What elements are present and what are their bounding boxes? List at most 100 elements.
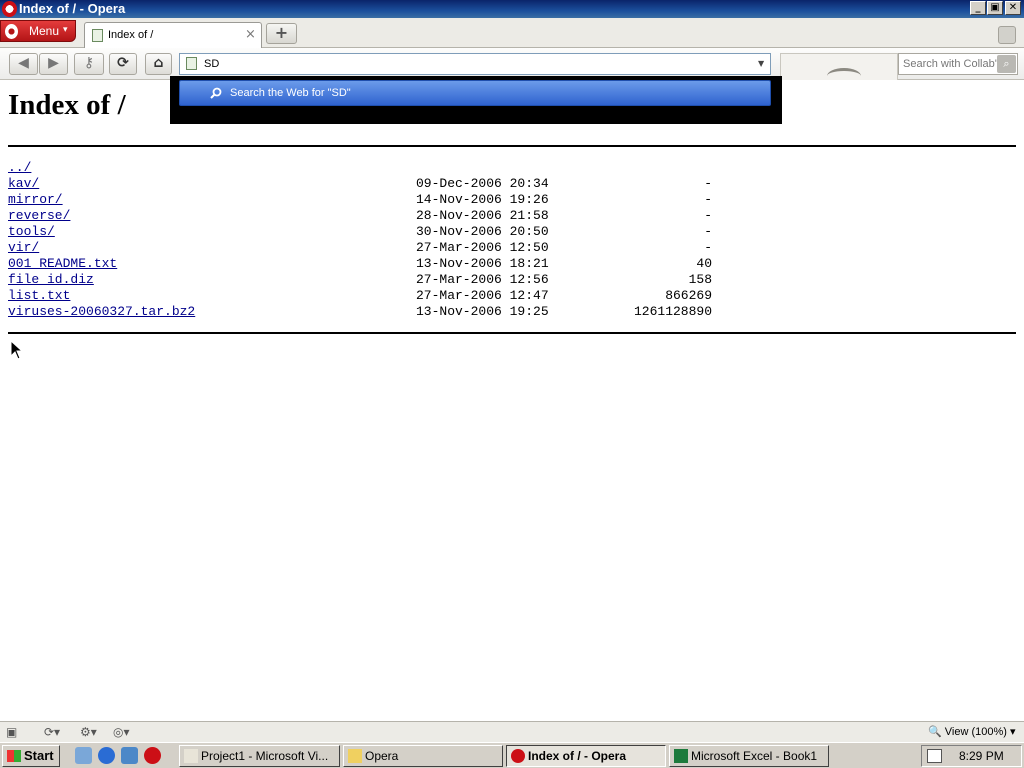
file-date: 27-Mar-2006 12:47 (416, 288, 549, 303)
table-row: list.txt 27-Mar-2006 12:47 866269 (8, 288, 728, 304)
network-icon[interactable] (121, 747, 138, 764)
status-bar: ▣ ⟳▾ ⚙▾ ◎▾ 🔍 View (100%) ▾ (0, 721, 1024, 742)
taskbar-button[interactable]: Opera (343, 745, 503, 767)
search-icon[interactable]: ⌕ (997, 55, 1016, 73)
trash-icon[interactable] (998, 26, 1016, 44)
table-row: kav/09-Dec-2006 20:34 - (8, 176, 728, 192)
task-label: Microsoft Excel - Book1 (691, 749, 818, 763)
file-link[interactable]: vir/ (8, 240, 39, 255)
home-icon: ⌂ (153, 55, 164, 71)
file-size: - (704, 224, 712, 239)
menu-label: Menu (29, 24, 60, 38)
unite-icon[interactable]: ⚙▾ (80, 725, 97, 739)
start-button[interactable]: Start (2, 745, 60, 767)
tab-title: Index of / (108, 29, 154, 41)
opera-logo-icon (5, 24, 18, 39)
divider (8, 332, 1016, 334)
file-link[interactable]: viruses-20060327.tar.bz2 (8, 304, 195, 319)
turbo-icon[interactable]: ◎▾ (113, 725, 130, 739)
close-window-button[interactable]: ✕ (1005, 1, 1021, 15)
decoration-arc (827, 68, 861, 84)
table-row: viruses-20060327.tar.bz2 13-Nov-2006 19:2… (8, 304, 728, 320)
chevron-down-icon: ▾ (63, 24, 68, 34)
panel-toggle-icon[interactable]: ▣ (6, 725, 17, 739)
file-date: 27-Mar-2006 12:50 (416, 240, 549, 255)
file-link[interactable]: 001_README.txt (8, 256, 117, 271)
page-icon (186, 57, 197, 70)
window-title: Index of / - Opera (19, 1, 126, 16)
table-row: 001_README.txt 13-Nov-2006 18:21 40 (8, 256, 728, 272)
file-size: 1261128890 (633, 304, 712, 319)
file-date: 09-Dec-2006 20:34 (416, 176, 549, 191)
key-icon: ⚷ (83, 55, 95, 71)
search-placeholder: Search with Collab' (903, 58, 997, 70)
file-size: 40 (696, 256, 712, 271)
tab-index[interactable]: Index of / × (84, 22, 262, 48)
zoom-label: View (100%) (944, 726, 1007, 738)
opera-logo-icon (2, 1, 17, 17)
chevron-down-icon[interactable]: ▼ (758, 59, 764, 68)
directory-listing: ../kav/09-Dec-2006 20:34- mirror/14-Nov-2… (8, 160, 728, 320)
search-icon (210, 87, 222, 99)
tray-app-icon[interactable] (927, 749, 942, 763)
file-size: 158 (688, 272, 712, 287)
file-link[interactable]: ../ (8, 160, 31, 175)
zoom-control[interactable]: 🔍 View (100%) ▾ (928, 725, 1016, 738)
address-field[interactable]: SD ▼ (179, 53, 771, 75)
back-button[interactable]: ◀ (9, 53, 38, 75)
file-link[interactable]: mirror/ (8, 192, 63, 207)
table-row: ../ (8, 160, 728, 176)
file-size: - (704, 192, 712, 207)
taskbar-button[interactable]: Microsoft Excel - Book1 (669, 745, 829, 767)
taskbar-button[interactable]: Project1 - Microsoft Vi... (179, 745, 340, 767)
table-row: mirror/14-Nov-2006 19:26 - (8, 192, 728, 208)
file-date: 30-Nov-2006 20:50 (416, 224, 549, 239)
forward-icon: ▶ (48, 55, 59, 71)
system-tray: 8:29 PM (921, 745, 1022, 767)
new-tab-button[interactable]: + (266, 23, 297, 44)
search-web-suggestion[interactable]: Search the Web for "SD" (179, 80, 771, 106)
mouse-cursor-icon (10, 340, 24, 360)
back-icon: ◀ (18, 55, 29, 71)
divider (8, 145, 1016, 147)
file-date: 13-Nov-2006 18:21 (416, 256, 549, 271)
window-titlebar[interactable]: Index of / - Opera _ ▣ ✕ (0, 0, 1024, 18)
file-size: 866269 (665, 288, 712, 303)
file-date: 27-Mar-2006 12:56 (416, 272, 549, 287)
file-link[interactable]: list.txt (8, 288, 70, 303)
file-link[interactable]: reverse/ (8, 208, 70, 223)
wand-button[interactable]: ⚷ (74, 53, 104, 75)
page-icon (92, 29, 103, 42)
search-input[interactable]: Search with Collab' ⌕ (898, 53, 1018, 75)
opera-menu-button[interactable]: Menu ▾ (0, 20, 76, 42)
suggestion-label: Search the Web for "SD" (230, 87, 351, 99)
task-app-icon (674, 749, 688, 763)
clock: 8:29 PM (959, 749, 1004, 763)
reload-button[interactable]: ⟳ (109, 53, 137, 75)
file-link[interactable]: file_id.diz (8, 272, 94, 287)
maximize-button[interactable]: ▣ (987, 1, 1003, 15)
task-label: Index of / - Opera (528, 749, 627, 763)
file-size: - (704, 208, 712, 223)
file-date: 14-Nov-2006 19:26 (416, 192, 549, 207)
taskbar-button[interactable]: Index of / - Opera (506, 745, 666, 767)
tab-close-icon[interactable]: × (245, 27, 256, 42)
address-dropdown: Search the Web for "SD" (170, 76, 782, 124)
task-label: Project1 - Microsoft Vi... (201, 749, 329, 763)
file-link[interactable]: tools/ (8, 224, 55, 239)
windows-logo-icon (7, 750, 21, 762)
file-date: 13-Nov-2006 19:25 (416, 304, 549, 319)
ie-icon[interactable] (98, 747, 115, 764)
task-app-icon (348, 749, 362, 763)
task-app-icon (184, 749, 198, 763)
table-row: tools/30-Nov-2006 20:50 - (8, 224, 728, 240)
file-link[interactable]: kav/ (8, 176, 39, 191)
sync-icon[interactable]: ⟳▾ (44, 725, 60, 739)
opera-quicklaunch-icon[interactable] (144, 747, 161, 764)
minimize-button[interactable]: _ (970, 1, 986, 15)
speed-dial-decoration (780, 53, 898, 80)
home-button[interactable]: ⌂ (145, 53, 172, 75)
file-size: - (704, 240, 712, 255)
forward-button[interactable]: ▶ (39, 53, 68, 75)
quicklaunch-desktop-icon[interactable] (75, 747, 92, 764)
